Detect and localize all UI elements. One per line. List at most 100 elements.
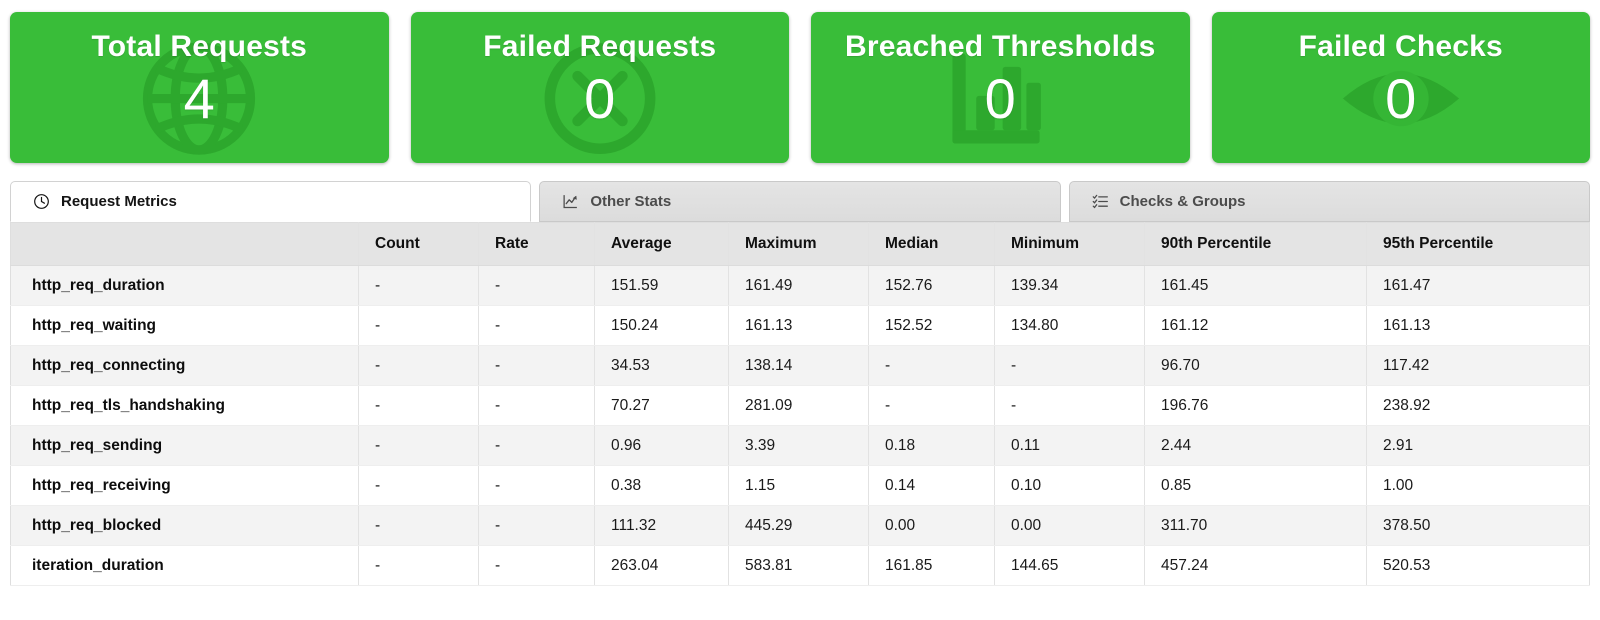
- stat-card-title: Total Requests: [91, 30, 308, 63]
- cell-p90: 161.45: [1144, 265, 1367, 306]
- cell-p95: 238.92: [1366, 385, 1590, 426]
- column-header-count[interactable]: Count: [358, 222, 479, 266]
- tab-label: Request Metrics: [61, 193, 177, 210]
- column-header-metric[interactable]: [10, 222, 359, 266]
- cell-maximum: 161.13: [728, 305, 869, 346]
- cell-median: -: [868, 345, 995, 386]
- stat-card-total-requests[interactable]: Total Requests 4: [10, 12, 389, 163]
- cell-minimum: 144.65: [994, 545, 1145, 586]
- table-row[interactable]: iteration_duration - -263.04 583.81 161.85 14…: [10, 545, 1590, 586]
- table-row[interactable]: http_req_receiving - -0.38 1.15 0.14 0.10 0.85…: [10, 465, 1590, 506]
- tab-label: Checks & Groups: [1119, 193, 1246, 210]
- stat-card-title: Failed Requests: [483, 30, 717, 63]
- table-row[interactable]: http_req_connecting - -34.53 138.14- -96.70 1…: [10, 345, 1590, 386]
- stat-card-failed-checks[interactable]: Failed Checks 0: [1211, 12, 1590, 163]
- stat-card-failed-requests[interactable]: Failed Requests 0: [410, 12, 789, 163]
- stat-card-value: 0: [1385, 67, 1417, 130]
- cell-median: 0.14: [868, 465, 995, 506]
- table-row[interactable]: http_req_duration - -151.59 161.49 152.76 139…: [10, 265, 1590, 306]
- column-header-average[interactable]: Average: [594, 222, 729, 266]
- column-header-rate[interactable]: Rate: [478, 222, 595, 266]
- cell-minimum: -: [994, 345, 1145, 386]
- stat-card-value: 0: [584, 67, 616, 130]
- tab-checks-and-groups[interactable]: Checks & Groups: [1068, 181, 1590, 222]
- cell-count: -: [358, 425, 479, 466]
- cell-p95: 117.42: [1366, 345, 1590, 386]
- column-header-p95[interactable]: 95th Percentile: [1366, 222, 1590, 266]
- cell-p95: 2.91: [1366, 425, 1590, 466]
- cell-count: -: [358, 345, 479, 386]
- cell-p90: 311.70: [1144, 505, 1367, 546]
- tab-other-stats[interactable]: Other Stats: [539, 181, 1061, 222]
- cell-maximum: 138.14: [728, 345, 869, 386]
- cell-median: 0.00: [868, 505, 995, 546]
- cell-count: -: [358, 465, 479, 506]
- stat-card-value: 0: [984, 67, 1016, 130]
- column-header-minimum[interactable]: Minimum: [994, 222, 1145, 266]
- cell-p90: 2.44: [1144, 425, 1367, 466]
- cell-rate: -: [478, 425, 595, 466]
- cell-average: 263.04: [594, 545, 729, 586]
- column-header-maximum[interactable]: Maximum: [728, 222, 869, 266]
- request-metrics-table: Count Rate Average Maximum Median Minimu…: [10, 222, 1590, 586]
- cell-average: 150.24: [594, 305, 729, 346]
- column-header-p90[interactable]: 90th Percentile: [1144, 222, 1367, 266]
- cell-rate: -: [478, 305, 595, 346]
- stat-card-value: 4: [183, 67, 215, 130]
- tab-label: Other Stats: [590, 193, 672, 210]
- metric-name: http_req_waiting: [10, 305, 359, 346]
- cell-count: -: [358, 305, 479, 346]
- cell-p95: 378.50: [1366, 505, 1590, 546]
- column-header-median[interactable]: Median: [868, 222, 995, 266]
- cell-maximum: 1.15: [728, 465, 869, 506]
- cell-count: -: [358, 505, 479, 546]
- cell-count: -: [358, 545, 479, 586]
- cell-rate: -: [478, 345, 595, 386]
- tab-request-metrics[interactable]: Request Metrics: [10, 181, 532, 222]
- table-row[interactable]: http_req_tls_handshaking - -70.27 281.09- -1…: [10, 385, 1590, 426]
- stat-card-title: Failed Checks: [1298, 30, 1503, 63]
- tab-bar: Request Metrics Other Stats Checks & Gro…: [0, 163, 1600, 222]
- cell-rate: -: [478, 385, 595, 426]
- cell-p90: 161.12: [1144, 305, 1367, 346]
- table-row[interactable]: http_req_waiting - -150.24 161.13 152.52 134.…: [10, 305, 1590, 346]
- metric-name: http_req_receiving: [10, 465, 359, 506]
- cell-maximum: 583.81: [728, 545, 869, 586]
- cell-average: 34.53: [594, 345, 729, 386]
- table-body: http_req_duration - -151.59 161.49 152.76 139…: [10, 265, 1590, 586]
- cell-median: 152.76: [868, 265, 995, 306]
- table-row[interactable]: http_req_sending - -0.96 3.39 0.18 0.11 2.44 2.…: [10, 425, 1590, 466]
- cell-minimum: 139.34: [994, 265, 1145, 306]
- metric-name: http_req_duration: [10, 265, 359, 306]
- cell-rate: -: [478, 465, 595, 506]
- metric-name: http_req_connecting: [10, 345, 359, 386]
- cell-median: -: [868, 385, 995, 426]
- cell-minimum: -: [994, 385, 1145, 426]
- cell-median: 161.85: [868, 545, 995, 586]
- metric-name: http_req_sending: [10, 425, 359, 466]
- metrics-table-container: Count Rate Average Maximum Median Minimu…: [0, 222, 1600, 586]
- cell-p90: 196.76: [1144, 385, 1367, 426]
- cell-median: 152.52: [868, 305, 995, 346]
- cell-p90: 0.85: [1144, 465, 1367, 506]
- cell-p95: 520.53: [1366, 545, 1590, 586]
- cell-median: 0.18: [868, 425, 995, 466]
- table-row[interactable]: http_req_blocked - -111.32 445.29 0.00 0.00 31…: [10, 505, 1590, 546]
- cell-rate: -: [478, 505, 595, 546]
- stat-card-breached-thresholds[interactable]: Breached Thresholds 0: [811, 12, 1190, 163]
- cell-p95: 1.00: [1366, 465, 1590, 506]
- cell-maximum: 445.29: [728, 505, 869, 546]
- metric-name: http_req_blocked: [10, 505, 359, 546]
- stat-card-title: Breached Thresholds: [844, 30, 1156, 63]
- line-chart-icon: [562, 193, 579, 210]
- cell-p90: 457.24: [1144, 545, 1367, 586]
- clock-icon: [33, 193, 50, 210]
- cell-minimum: 0.11: [994, 425, 1145, 466]
- cell-minimum: 0.00: [994, 505, 1145, 546]
- cell-minimum: 134.80: [994, 305, 1145, 346]
- cell-p95: 161.47: [1366, 265, 1590, 306]
- cell-count: -: [358, 265, 479, 306]
- cell-average: 0.96: [594, 425, 729, 466]
- cell-p90: 96.70: [1144, 345, 1367, 386]
- task-list-icon: [1092, 193, 1109, 210]
